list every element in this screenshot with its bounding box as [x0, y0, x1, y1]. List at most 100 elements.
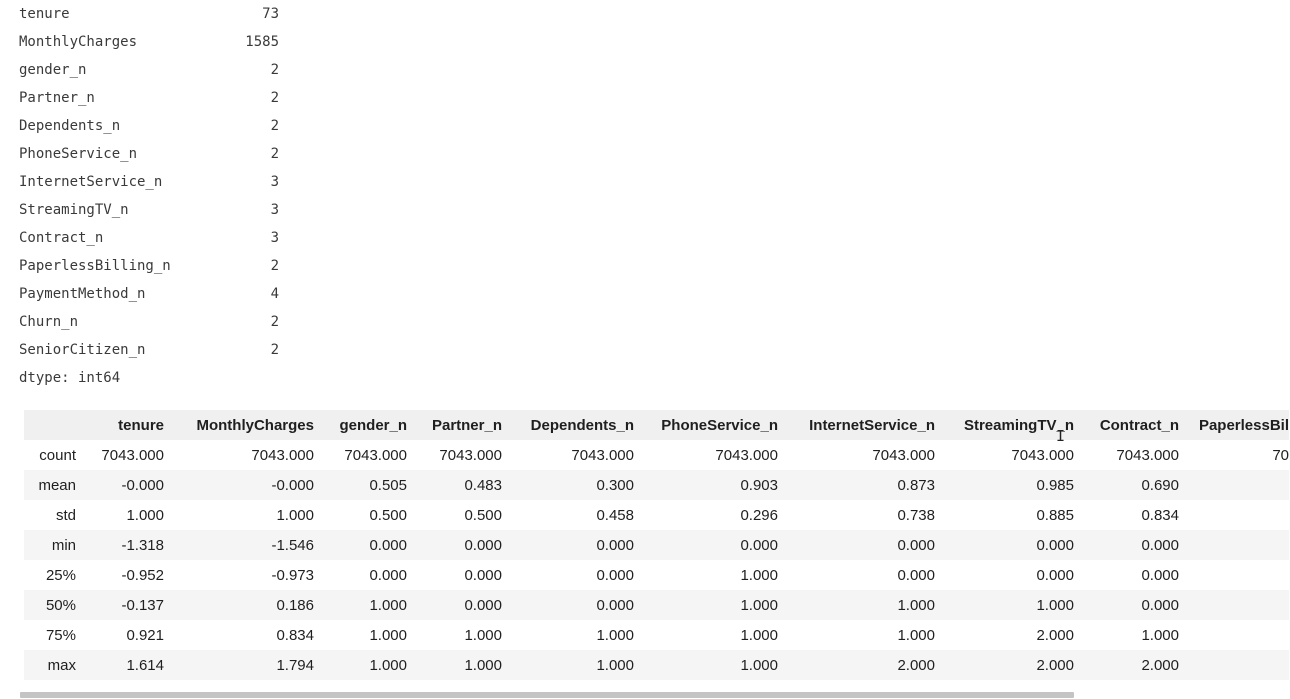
table-cell: 1.000 — [897, 626, 935, 644]
table-cell: 1.000 — [778, 590, 935, 620]
table-cell: 1.000 — [740, 566, 778, 584]
column-header: MonthlyCharges — [164, 410, 314, 440]
table-cell: 0.296 — [740, 506, 778, 524]
series-row: InternetService_n 3 — [19, 168, 279, 196]
table-cell: 1.794 — [164, 650, 314, 680]
table-cell: 0.921 — [126, 626, 164, 644]
series-value: 2 — [270, 146, 279, 162]
table-cell: 1.000 — [314, 650, 407, 680]
series-index-label: PaymentMethod_n — [19, 286, 146, 302]
series-index-label: MonthlyCharges — [19, 34, 138, 50]
table-cell — [1179, 650, 1289, 680]
table-cell: 2.000 — [778, 650, 935, 680]
table-cell: -0.000 — [164, 470, 314, 500]
column-header: PaperlessBil — [1179, 410, 1289, 440]
series-value: 73 — [262, 6, 279, 22]
row-index-label: max — [24, 650, 76, 680]
series-value: 2 — [270, 258, 279, 274]
table-cell: 0.000 — [464, 566, 502, 584]
row-index-label: count — [39, 446, 76, 464]
table-cell: 0.834 — [1141, 506, 1179, 524]
table-cell: 0.000 — [935, 530, 1074, 560]
table-cell: 1.000 — [369, 626, 407, 644]
table-cell: 0.000 — [502, 530, 634, 560]
series-value: 1585 — [245, 34, 279, 50]
table-cell: 0.690 — [1074, 470, 1179, 500]
series-row: PaperlessBilling_n 2 — [19, 252, 279, 280]
table-cell: -0.973 — [271, 566, 314, 584]
series-value: 2 — [270, 118, 279, 134]
table-cell — [1179, 590, 1289, 620]
column-header: InternetService_n — [778, 410, 935, 440]
column-header: Contract_n — [1074, 410, 1179, 440]
table-cell — [1179, 470, 1289, 500]
column-header: tenure — [76, 410, 164, 440]
table-cell: 0.885 — [1036, 506, 1074, 524]
column-header: Partner_n — [407, 410, 502, 440]
table-cell: 70 — [1272, 446, 1289, 464]
table-cell: 2.000 — [935, 650, 1074, 680]
horizontal-scrollbar[interactable] — [20, 692, 1074, 698]
series-row: gender_n 2 — [19, 56, 279, 84]
index-header — [24, 410, 76, 440]
table-cell: 0.000 — [1074, 530, 1179, 560]
table-cell: 7043.000 — [439, 446, 502, 464]
series-value: 2 — [270, 90, 279, 106]
table-cell: 1.000 — [464, 626, 502, 644]
table-body: count 7043.000 7043.000 7043.000 7043.000 704… — [24, 440, 1289, 680]
series-index-label: Contract_n — [19, 230, 104, 246]
table-cell: 0.000 — [314, 530, 407, 560]
series-row: PaymentMethod_n 4 — [19, 280, 279, 308]
table-cell: 0.000 — [778, 530, 935, 560]
table-cell — [1179, 620, 1289, 650]
dataframe-container[interactable]: tenure MonthlyCharges gender_n Partner_n… — [24, 410, 1290, 680]
series-index-label: StreamingTV_n — [19, 202, 129, 218]
series-index-label: InternetService_n — [19, 174, 163, 190]
table-cell: 7043.000 — [101, 446, 164, 464]
series-index-label: Churn_n — [19, 314, 79, 330]
table-cell: 0.903 — [634, 470, 778, 500]
table-cell: -0.952 — [121, 566, 164, 584]
series-value: 3 — [270, 174, 279, 190]
series-output: tenure 73 MonthlyCharges 1585 gender_n 2 Partn… — [19, 0, 279, 392]
table-cell: 1.000 — [502, 650, 634, 680]
table-cell: 1.000 — [935, 590, 1074, 620]
row-index-label: 50% — [24, 590, 76, 620]
table-row: mean -0.000 -0.000 0.505 0.483 0.300 0.903 0.87… — [24, 470, 1289, 500]
dtype-label: dtype: int64 — [19, 370, 121, 386]
table-cell: 0.000 — [634, 530, 778, 560]
series-index-label: PhoneService_n — [19, 146, 138, 162]
table-row: max 1.614 1.794 1.000 1.000 1.000 1.000 2.000 2.… — [24, 650, 1289, 680]
table-cell: 0.000 — [1036, 566, 1074, 584]
column-header: Dependents_n — [502, 410, 634, 440]
table-cell: -1.318 — [76, 530, 164, 560]
table-cell: 1.000 — [314, 590, 407, 620]
table-cell: 0.000 — [407, 590, 502, 620]
table-cell: 0.000 — [1141, 566, 1179, 584]
table-cell: 1.000 — [126, 506, 164, 524]
table-cell: -0.000 — [76, 470, 164, 500]
table-cell: 0.985 — [935, 470, 1074, 500]
table-cell: -0.137 — [76, 590, 164, 620]
series-rows: tenure 73 MonthlyCharges 1585 gender_n 2 Partn… — [19, 0, 279, 364]
table-cell: 0.000 — [596, 566, 634, 584]
series-row: StreamingTV_n 3 — [19, 196, 279, 224]
series-index-label: Partner_n — [19, 90, 95, 106]
series-row: Contract_n 3 — [19, 224, 279, 252]
table-cell — [1179, 560, 1289, 590]
series-value: 2 — [270, 314, 279, 330]
table-cell: 1.000 — [634, 650, 778, 680]
series-row: tenure 73 — [19, 0, 279, 28]
table-cell: 0.300 — [502, 470, 634, 500]
row-index-label: std — [55, 506, 76, 524]
table-cell: 7043.000 — [1011, 446, 1074, 464]
series-row: SeniorCitizen_n 2 — [19, 336, 279, 364]
table-row: count 7043.000 7043.000 7043.000 7043.000 704… — [24, 440, 1289, 470]
table-row: min -1.318 -1.546 0.000 0.000 0.000 0.000 0.000… — [24, 530, 1289, 560]
series-index-label: Dependents_n — [19, 118, 121, 134]
table-cell — [1179, 530, 1289, 560]
row-index-label: mean — [24, 470, 76, 500]
table-cell: 0.738 — [897, 506, 935, 524]
table-cell: 1.000 — [596, 626, 634, 644]
table-cell: 0.834 — [276, 626, 314, 644]
